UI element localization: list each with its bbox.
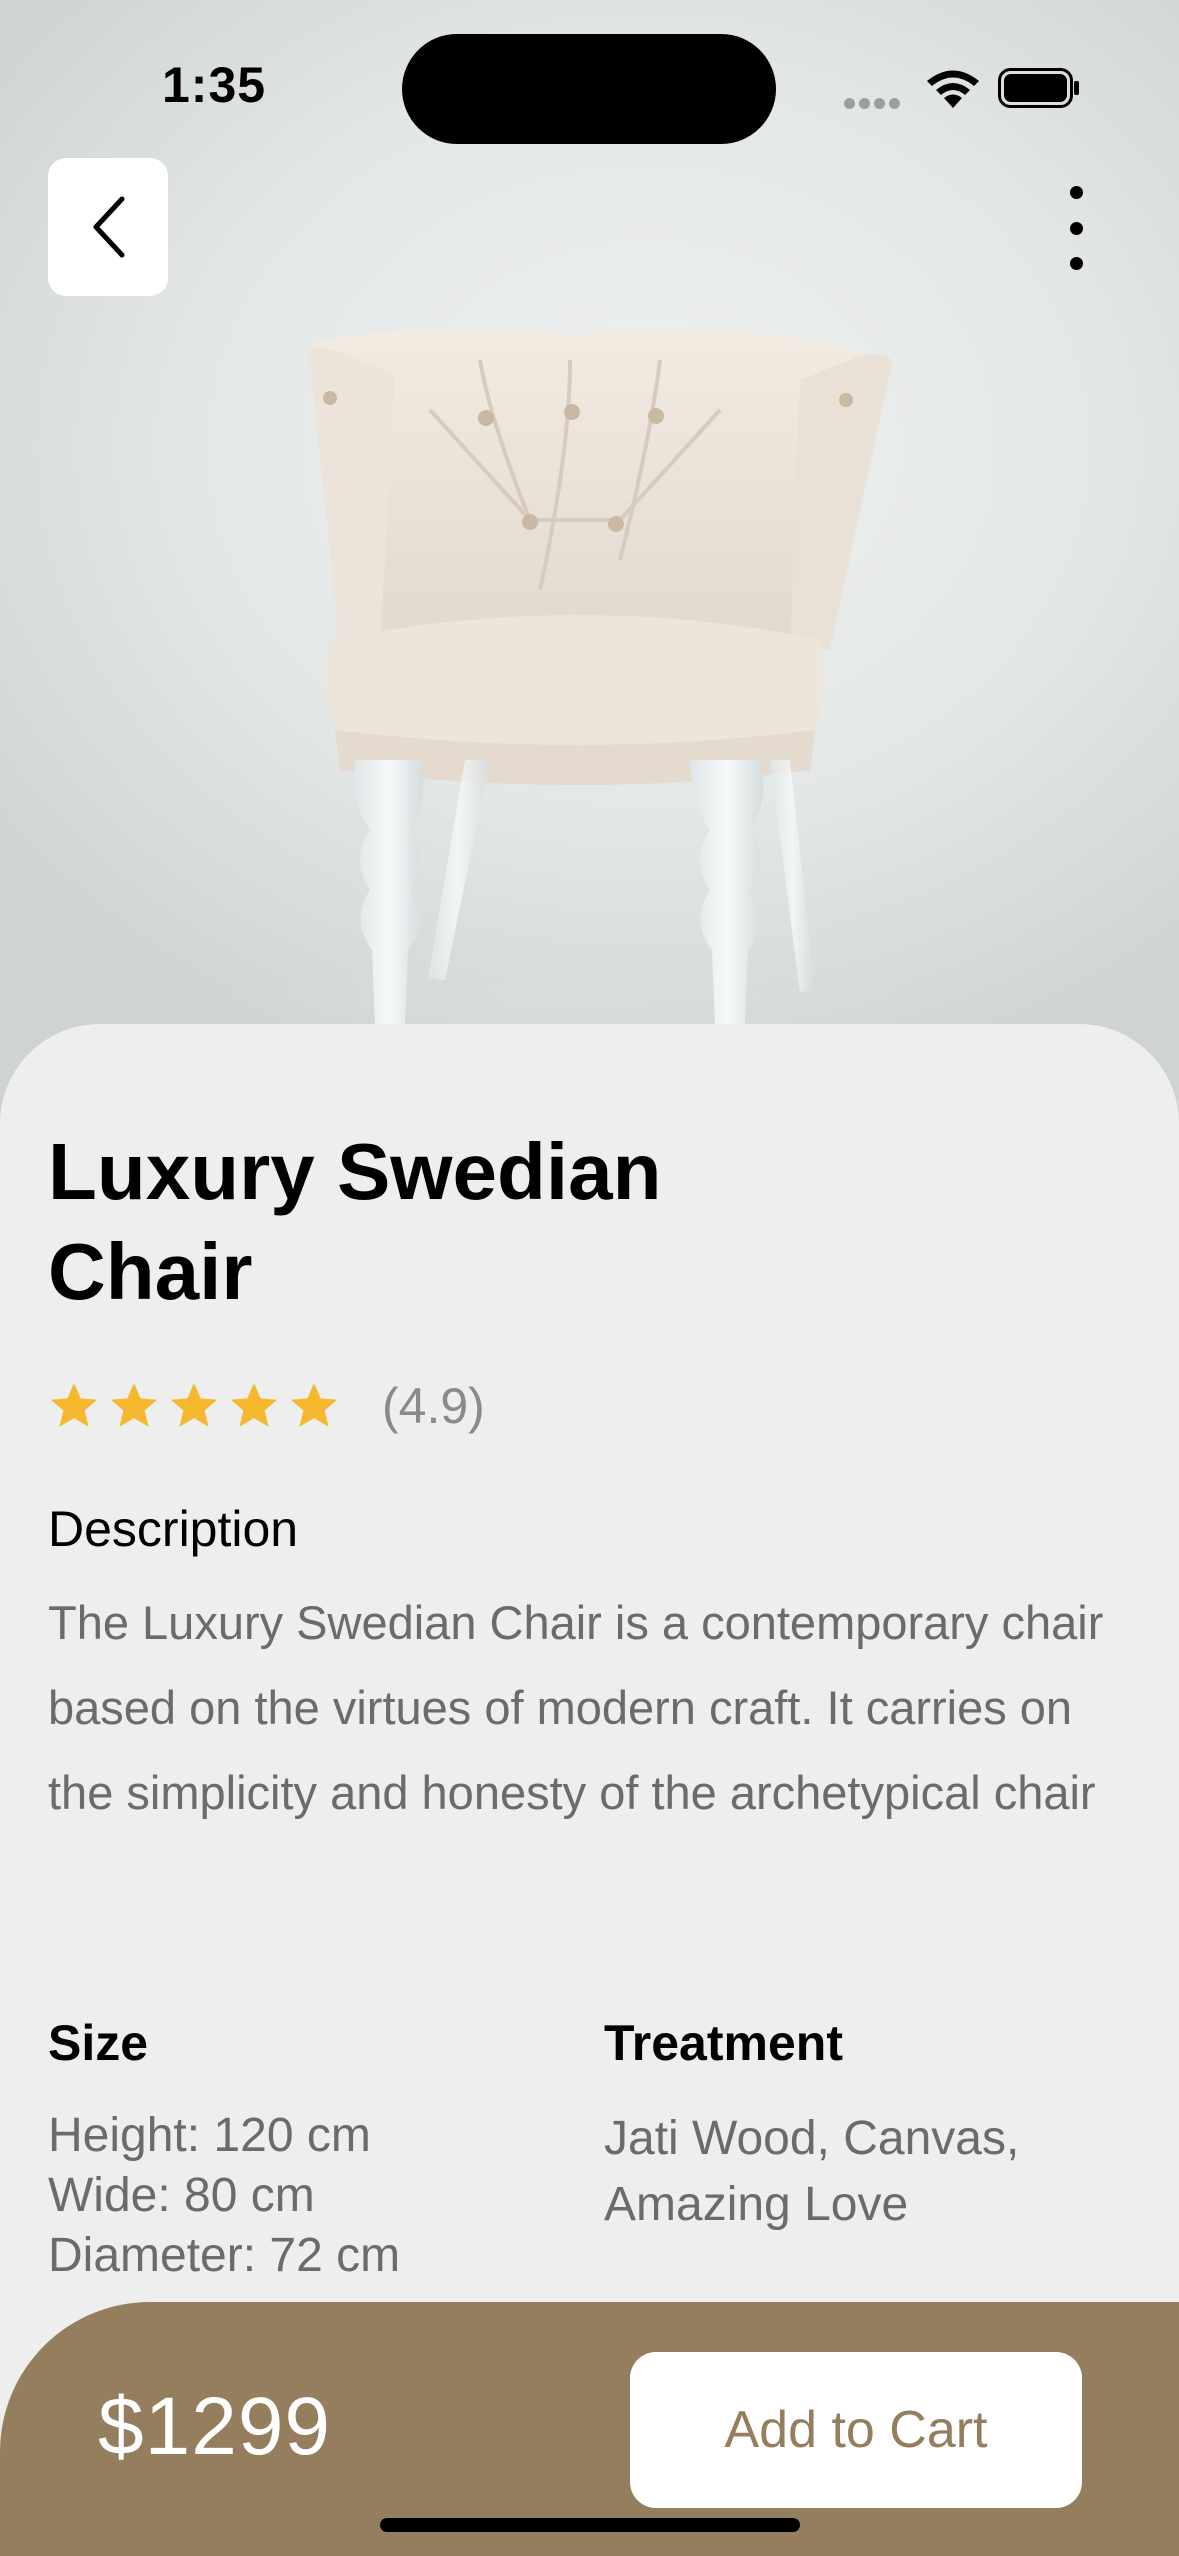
product-rating: (4.9) [48,1376,485,1436]
cellular-signal-icon [844,96,906,109]
size-diameter: Diameter: 72 cm [48,2229,401,2282]
product-detail-screen: 1:35 Luxury Swedian Chair (4.9) Descript… [0,0,1179,2556]
rating-value: (4.9) [382,1378,485,1434]
back-button[interactable] [48,158,168,296]
description-text: The Luxury Swedian Chair is a contempora… [48,1596,1104,1819]
star-icon [110,1383,158,1427]
treatment-text: Jati Wood, Canvas, Amazing Love [604,2112,1020,2231]
description-heading: Description [48,1501,299,1557]
star-icon [290,1383,338,1427]
star-icon [50,1383,98,1427]
chevron-left-icon [93,196,125,258]
size-height: Height: 120 cm [48,2109,371,2162]
chair-illustration [220,328,940,1040]
add-to-cart-button[interactable]: Add to Cart [630,2352,1082,2508]
dynamic-island [402,34,776,144]
size-wide: Wide: 80 cm [48,2169,315,2222]
home-indicator[interactable] [380,2518,800,2532]
size-spec-list: Height: 120 cm Wide: 80 cm Diameter: 72 … [48,2106,400,2286]
battery-icon [998,68,1079,108]
star-icon [230,1383,278,1427]
more-vertical-icon[interactable] [1050,186,1102,270]
product-price: $1299 [98,2381,332,2472]
product-title: Luxury Swedian Chair [48,1127,662,1316]
product-hero-image [0,0,1179,1120]
status-time: 1:35 [162,57,267,113]
treatment-heading: Treatment [604,2015,843,2071]
size-heading: Size [48,2015,149,2071]
star-icon [170,1383,218,1427]
wifi-icon [927,70,979,108]
